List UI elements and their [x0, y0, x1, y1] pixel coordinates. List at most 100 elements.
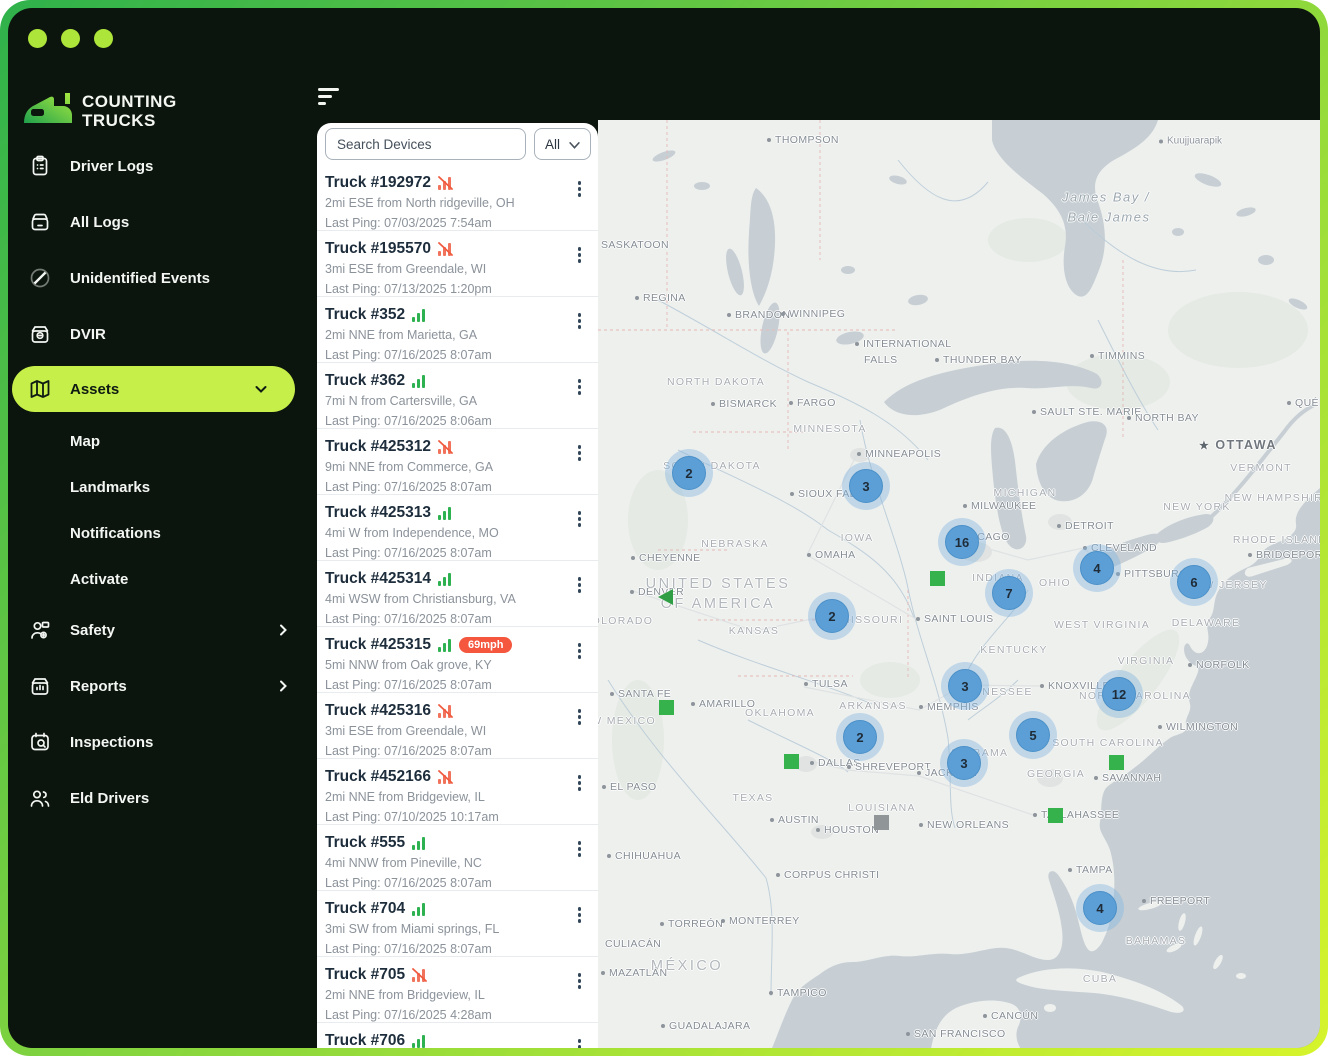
- map-label: TAMPICO: [769, 987, 827, 999]
- kebab-menu-button[interactable]: [575, 706, 585, 728]
- device-name: Truck #425314: [325, 570, 432, 587]
- map-unit-marker-green[interactable]: [1047, 807, 1063, 823]
- sidebar-item-unidentified-events[interactable]: Unidentified Events: [8, 250, 317, 306]
- map-cluster[interactable]: 2: [843, 720, 877, 754]
- device-location: 9mi NNE from Commerce, GA: [325, 460, 494, 474]
- window-frame: COUNTING TRUCKS Driver Logs All Logs Uniden…: [0, 0, 1328, 1056]
- map-label: CHIHUAHUA: [607, 850, 681, 862]
- kebab-menu-button[interactable]: [575, 310, 585, 332]
- map-cluster[interactable]: 2: [672, 456, 706, 490]
- device-location: 2mi NNE from Bridgeview, IL: [325, 988, 485, 1002]
- map-unit-marker-green[interactable]: [929, 570, 945, 586]
- map-cluster[interactable]: 3: [849, 469, 883, 503]
- map-unit-marker-green[interactable]: [658, 699, 674, 715]
- device-row[interactable]: Truck #452166 2mi NNE from Bridgeview, IL…: [317, 759, 598, 825]
- sidebar-item-landmarks[interactable]: Landmarks: [8, 464, 317, 510]
- sidebar-item-label: Eld Drivers: [70, 789, 150, 807]
- device-last-ping: Last Ping: 07/16/2025 8:07am: [325, 677, 492, 692]
- device-row[interactable]: Truck #352 2mi NNE from Marietta, GA Last …: [317, 297, 598, 363]
- device-row[interactable]: Truck #425312 9mi NNE from Commerce, GA La…: [317, 429, 598, 495]
- sidebar-item-inspections[interactable]: Inspections: [8, 714, 317, 770]
- sidebar-item-activate[interactable]: Activate: [8, 556, 317, 602]
- kebab-menu-button[interactable]: [575, 838, 585, 860]
- kebab-menu-button[interactable]: [575, 244, 585, 266]
- signal-online-icon: [412, 1034, 426, 1048]
- device-last-ping: Last Ping: 07/16/2025 8:07am: [325, 545, 492, 560]
- device-last-ping: Last Ping: 07/16/2025 8:07am: [325, 479, 492, 494]
- map-label: THUNDER BAY: [935, 354, 1022, 366]
- device-row[interactable]: Truck #195570 3mi ESE from Greendale, WI L…: [317, 231, 598, 297]
- kebab-menu-button[interactable]: [575, 904, 585, 926]
- search-input[interactable]: [325, 128, 526, 160]
- map-label: CORPUS CHRISTI: [776, 869, 879, 881]
- map-unit-marker-gray[interactable]: [873, 814, 889, 830]
- sidebar-item-assets[interactable]: Assets: [12, 366, 295, 412]
- map-label: LOUISIANA: [848, 802, 916, 814]
- map-cluster[interactable]: 16: [945, 525, 979, 559]
- map-icon: [28, 377, 52, 401]
- kebab-menu-button[interactable]: [575, 640, 585, 662]
- kebab-menu-button[interactable]: [575, 376, 585, 398]
- sidebar-item-notifications[interactable]: Notifications: [8, 510, 317, 556]
- map-label: NORTH DAKOTA: [666, 376, 766, 388]
- map-cluster[interactable]: 7: [992, 576, 1026, 610]
- map-label: VIRGINIA: [1117, 655, 1175, 667]
- map-cluster[interactable]: 4: [1083, 891, 1117, 925]
- sidebar-item-safety[interactable]: Safety: [8, 602, 317, 658]
- device-row[interactable]: Truck #192972 2mi ESE from North ridgevil…: [317, 165, 598, 231]
- device-row[interactable]: Truck #555 4mi NNW from Pineville, NC Last…: [317, 825, 598, 891]
- map-label: MINNESOTA: [793, 423, 867, 435]
- kebab-menu-button[interactable]: [575, 970, 585, 992]
- device-row[interactable]: Truck #425316 3mi ESE from Greendale, WI L…: [317, 693, 598, 759]
- map-cluster[interactable]: 6: [1177, 565, 1211, 599]
- kebab-menu-button[interactable]: [575, 508, 585, 530]
- device-name: Truck #555: [325, 834, 406, 851]
- map-vehicle-arrow-marker[interactable]: [658, 589, 673, 605]
- device-row[interactable]: Truck #425315 69mph 5mi NNW from Oak grove…: [317, 627, 598, 693]
- device-location: 3mi ESE from Greendale, WI: [325, 724, 487, 738]
- sidebar-item-dvir[interactable]: DVIR: [8, 306, 317, 362]
- speed-badge: 69mph: [459, 637, 513, 653]
- device-row[interactable]: Truck #705 2mi NNE from Bridgeview, IL Las…: [317, 957, 598, 1023]
- kebab-menu-button[interactable]: [575, 772, 585, 794]
- kebab-menu-button[interactable]: [575, 178, 585, 200]
- map-cluster[interactable]: 2: [815, 599, 849, 633]
- map-label: FREEPORT: [1142, 895, 1210, 907]
- map-label: MEMPHIS: [919, 701, 979, 713]
- sidebar-item-label: Assets: [70, 380, 120, 398]
- sort-list-icon[interactable]: [318, 88, 339, 105]
- sidebar-item-reports[interactable]: Reports: [8, 658, 317, 714]
- sidebar-item-map[interactable]: Map: [8, 418, 317, 464]
- map-cluster[interactable]: 5: [1016, 718, 1050, 752]
- device-last-ping: Last Ping: 07/10/2025 10:17am: [325, 809, 499, 824]
- device-filter-select[interactable]: All: [534, 128, 591, 160]
- device-row[interactable]: Truck #425313 4mi W from Independence, MO…: [317, 495, 598, 561]
- sidebar-item-all-logs[interactable]: All Logs: [8, 194, 317, 250]
- map-cluster[interactable]: 4: [1080, 551, 1114, 585]
- map-cluster[interactable]: 3: [948, 669, 982, 703]
- map-unit-marker-green[interactable]: [1108, 754, 1124, 770]
- map[interactable]: THOMPSON Kuujjuarapik James Bay / Baie Jame…: [598, 120, 1320, 1048]
- map-cluster[interactable]: 12: [1102, 677, 1136, 711]
- device-name: Truck #705: [325, 966, 406, 983]
- device-row[interactable]: Truck #425314 4mi WSW from Christiansburg…: [317, 561, 598, 627]
- device-name: Truck #706: [325, 1032, 406, 1048]
- map-overlays: THOMPSON Kuujjuarapik James Bay / Baie Jame…: [598, 120, 1320, 1048]
- device-location: 7mi N from Cartersville, GA: [325, 394, 478, 408]
- map-label: MINNEAPOLIS: [857, 448, 941, 460]
- chevron-right-icon: [275, 678, 291, 694]
- device-row[interactable]: Truck #704 3mi SW from Miami springs, FL L…: [317, 891, 598, 957]
- device-row[interactable]: Truck #362 7mi N from Cartersville, GA Las…: [317, 363, 598, 429]
- kebab-menu-button[interactable]: [575, 574, 585, 596]
- map-label: OMAHA: [807, 549, 856, 561]
- kebab-menu-button[interactable]: [575, 1036, 585, 1048]
- signal-online-icon: [438, 638, 452, 652]
- signal-online-icon: [438, 572, 452, 586]
- device-location: 3mi SW from Miami springs, FL: [325, 922, 500, 936]
- map-unit-marker-green[interactable]: [783, 753, 799, 769]
- kebab-menu-button[interactable]: [575, 442, 585, 464]
- map-cluster[interactable]: 3: [947, 746, 981, 780]
- sidebar-item-eld-drivers[interactable]: Eld Drivers: [8, 770, 317, 826]
- device-row[interactable]: Truck #706: [317, 1023, 598, 1048]
- sidebar-item-driver-logs[interactable]: Driver Logs: [8, 138, 317, 194]
